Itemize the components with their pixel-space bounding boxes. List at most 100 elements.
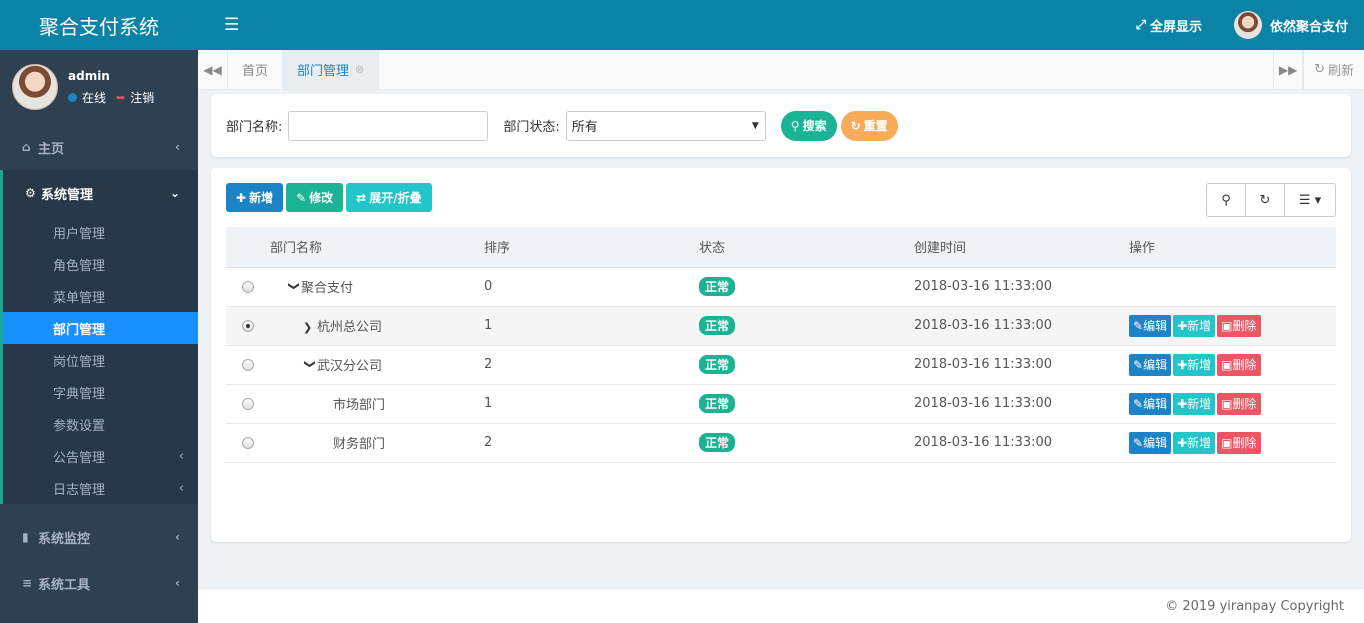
dept-order: 2 <box>484 357 493 372</box>
expand-collapse-button[interactable]: ⇄ 展开/折叠 <box>346 183 432 212</box>
logout-icon[interactable]: ➥ <box>116 91 125 104</box>
action-label: 删除 <box>1232 436 1257 450</box>
gear-icon: ⚙ <box>25 186 36 200</box>
refresh-tab-button[interactable]: ↻ 刷新 <box>1303 50 1364 89</box>
action-label: 编辑 <box>1143 397 1168 411</box>
sidebar-sub-depts[interactable]: 部门管理 <box>3 312 198 344</box>
row-delete-button[interactable]: ▣ 删除 <box>1217 431 1261 454</box>
sidebar-sub-posts[interactable]: 岗位管理 <box>3 344 198 376</box>
dept-name-label: 部门名称: <box>226 120 283 135</box>
row-add-button[interactable]: ✚ 新增 <box>1173 392 1216 415</box>
row-delete-button[interactable]: ▣ 删除 <box>1217 314 1261 337</box>
row-radio[interactable] <box>242 397 254 410</box>
row-edit-button[interactable]: ✎ 编辑 <box>1129 353 1172 376</box>
sidebar-sub-logs[interactable]: 日志管理 ‹ <box>3 472 198 504</box>
chevron-right-icon[interactable]: ❯ <box>303 321 317 334</box>
col-header[interactable]: 状态 <box>699 227 914 267</box>
sidebar-item-label: 日志管理 <box>53 482 106 498</box>
dept-name: 财务部门 <box>333 437 386 452</box>
sidebar-item-home[interactable]: ⌂ 主页 ‹ <box>0 124 198 170</box>
fullscreen-button[interactable]: ⤢ 全屏显示 <box>1136 16 1202 35</box>
sidebar-item-monitor[interactable]: ▮ 系统监控 ‹ <box>0 514 198 560</box>
chevron-down-icon[interactable]: ❯ <box>304 360 317 374</box>
reset-button[interactable]: ↻ 重置 <box>840 110 898 141</box>
row-edit-button[interactable]: ✎ 编辑 <box>1129 392 1172 415</box>
dept-table-panel: ✚ 新增 ✎ 修改 ⇄ 展开/折叠 ⚲ ↻ ☰ ▾ 部门名称 排序 状态 创建时… <box>211 168 1351 542</box>
status-badge: 正常 <box>699 316 736 335</box>
toggle-search-button[interactable]: ⚲ <box>1207 184 1246 216</box>
action-label: 新增 <box>1187 397 1212 411</box>
add-button[interactable]: ✚ 新增 <box>226 183 284 212</box>
sidebar-item-label: 公告管理 <box>53 450 106 466</box>
row-edit-button[interactable]: ✎ 编辑 <box>1129 431 1172 454</box>
sidebar-item-system[interactable]: ⚙ 系统管理 ⌄ <box>3 170 198 216</box>
sidebar-sub-roles[interactable]: 角色管理 <box>3 248 198 280</box>
sidebar-sub-params[interactable]: 参数设置 <box>3 408 198 440</box>
refresh-icon: ↻ <box>1314 62 1325 77</box>
video-icon: ▮ <box>22 530 29 544</box>
search-button[interactable]: ⚲ 搜索 <box>780 110 837 141</box>
sidebar-sub-notices[interactable]: 公告管理 ‹ <box>3 440 198 472</box>
tabs-scroll-left-button[interactable]: ◀◀ <box>198 50 228 89</box>
col-header[interactable]: 排序 <box>484 227 699 267</box>
col-header: 操作 <box>1129 241 1156 257</box>
chevron-down-icon[interactable]: ❯ <box>288 282 301 296</box>
exchange-icon: ⇄ <box>356 190 367 205</box>
sidebar-sub-dicts[interactable]: 字典管理 <box>3 376 198 408</box>
table-row[interactable]: 市场部门 1 正常 2018-03-16 11:33:00 ✎ 编辑 ✚ 新增 ▣ 删除 <box>226 384 1336 423</box>
dept-status-select[interactable]: 所有 ▼ <box>565 110 766 141</box>
sidebar-sub-menus[interactable]: 菜单管理 <box>3 280 198 312</box>
columns-button[interactable]: ☰ ▾ <box>1285 184 1335 216</box>
action-label: 新增 <box>1187 319 1212 333</box>
row-radio[interactable] <box>242 358 254 371</box>
edit-icon: ✎ <box>1133 357 1144 372</box>
tab-home[interactable]: 首页 <box>228 50 284 89</box>
row-radio[interactable] <box>242 280 254 293</box>
tab-dept[interactable]: 部门管理 ⊗ <box>283 50 380 89</box>
table-toolbar: ✚ 新增 ✎ 修改 ⇄ 展开/折叠 <box>226 183 435 212</box>
col-header[interactable]: 创建时间 <box>914 227 1129 267</box>
copyright-text: © 2019 yiranpay Copyright <box>1165 598 1344 614</box>
row-add-button[interactable]: ✚ 新增 <box>1173 353 1216 376</box>
page-tabs: ◀◀ 首页 部门管理 ⊗ ▶▶ ↻ 刷新 <box>198 50 1364 90</box>
action-label: 删除 <box>1232 319 1257 333</box>
dept-created-time: 2018-03-16 11:33:00 <box>914 396 1053 411</box>
row-radio[interactable] <box>242 319 254 332</box>
row-edit-button[interactable]: ✎ 编辑 <box>1129 314 1172 337</box>
sidebar-item-label: 系统工具 <box>38 577 91 593</box>
sidebar-item-tools[interactable]: ≡ 系统工具 ‹ <box>0 560 198 606</box>
edit-button[interactable]: ✎ 修改 <box>286 183 344 212</box>
close-icon[interactable]: ⊗ <box>355 63 364 76</box>
status-badge: 正常 <box>699 355 736 374</box>
edit-button-label: 修改 <box>309 191 334 205</box>
edit-icon: ✎ <box>1133 396 1144 411</box>
table-row[interactable]: ❯ 杭州总公司 1 正常 2018-03-16 11:33:00 ✎ 编辑 ✚ 新增 ▣ 删… <box>226 306 1336 345</box>
refresh-table-button[interactable]: ↻ <box>1246 184 1285 216</box>
avatar <box>1233 11 1262 39</box>
dept-name: 杭州总公司 <box>317 320 383 335</box>
tabs-scroll-right-button[interactable]: ▶▶ <box>1273 50 1304 89</box>
row-add-button[interactable]: ✚ 新增 <box>1173 314 1216 337</box>
status-badge: 正常 <box>699 433 736 452</box>
hamburger-icon[interactable]: ☰ <box>224 15 248 35</box>
trash-icon: ▣ <box>1221 318 1233 333</box>
user-panel: admin 在线 ➥ 注销 <box>0 50 198 124</box>
dept-order: 0 <box>484 279 493 294</box>
logout-link[interactable]: 注销 <box>130 89 154 106</box>
table-row[interactable]: ❯武汉分公司 2 正常 2018-03-16 11:33:00 ✎ 编辑 ✚ 新增 ▣ 删… <box>226 345 1336 384</box>
dept-status-label: 部门状态: <box>503 120 560 135</box>
dept-name-input[interactable] <box>288 110 489 141</box>
sidebar-sub-users[interactable]: 用户管理 <box>3 216 198 248</box>
row-add-button[interactable]: ✚ 新增 <box>1173 431 1216 454</box>
table-row[interactable]: ❯聚合支付 0 正常 2018-03-16 11:33:00 <box>226 267 1336 306</box>
user-menu[interactable]: 依然聚合支付 <box>1233 11 1348 39</box>
reset-button-label: 重置 <box>863 119 888 133</box>
action-label: 编辑 <box>1143 319 1168 333</box>
row-radio[interactable] <box>242 436 254 449</box>
row-delete-button[interactable]: ▣ 删除 <box>1217 353 1261 376</box>
table-row[interactable]: 财务部门 2 正常 2018-03-16 11:33:00 ✎ 编辑 ✚ 新增 ▣ 删除 <box>226 423 1336 462</box>
row-delete-button[interactable]: ▣ 删除 <box>1217 392 1261 415</box>
avatar[interactable] <box>12 64 58 110</box>
plus-icon: ✚ <box>236 190 247 205</box>
col-header[interactable]: 部门名称 <box>270 227 484 267</box>
